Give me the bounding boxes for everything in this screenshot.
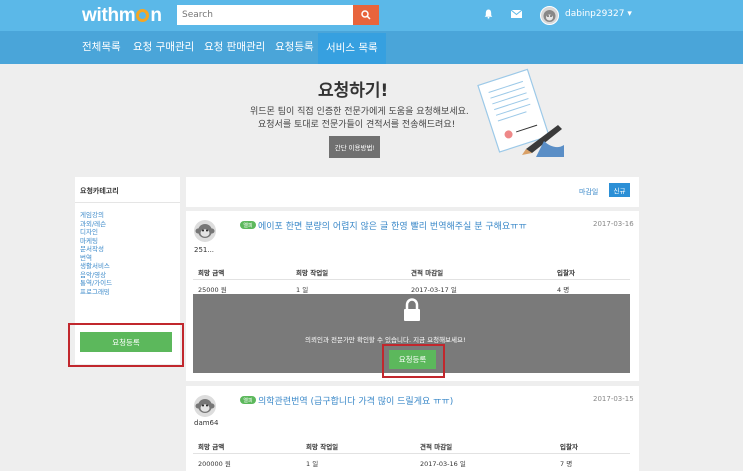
- howto-button[interactable]: 간단 이용방법!: [329, 136, 380, 158]
- table-header-bidders: 입찰자: [560, 443, 578, 451]
- category-item-marketing[interactable]: 마케팅: [80, 237, 112, 246]
- requester-avatar: [194, 395, 216, 417]
- logo-o-mark: [136, 9, 150, 22]
- locked-message: 의뢰인과 전문가만 확인할 수 있습니다. 지금 요청해보세요!: [305, 336, 466, 344]
- requester-name: dam64: [194, 419, 219, 427]
- request-price: 25000 원: [198, 286, 227, 294]
- status-badge: 엘피: [240, 396, 256, 404]
- sidebar-title: 요청카테고리: [80, 187, 119, 195]
- table-divider: [193, 279, 630, 280]
- sidebar-register-button[interactable]: 요청등록: [80, 332, 172, 352]
- request-work-days: 1 일: [306, 460, 319, 468]
- table-header-work-days: 희망 작업일: [296, 269, 329, 277]
- sort-new-button[interactable]: 신규: [609, 183, 630, 197]
- nav-purchase-management[interactable]: 요청 구매관리: [133, 31, 194, 64]
- request-date: 2017-03-16: [593, 220, 634, 228]
- nav-sales-management[interactable]: 요청 판매관리: [204, 31, 265, 64]
- request-deadline: 2017-03-16 일: [420, 460, 466, 468]
- nav-request-register[interactable]: 요청등록: [275, 31, 314, 64]
- monkey-avatar-icon: [195, 399, 215, 413]
- search-input[interactable]: [177, 5, 353, 25]
- monkey-avatar-icon: [543, 10, 556, 22]
- table-header-work-days: 희망 작업일: [306, 443, 339, 451]
- requester-name: 251...: [194, 246, 215, 254]
- category-item-document[interactable]: 문서작성: [80, 245, 112, 254]
- sort-bar: [186, 177, 639, 207]
- table-header-price: 희망 금액: [198, 443, 225, 451]
- category-item-translation[interactable]: 번역: [80, 254, 112, 263]
- category-item-interpret-guide[interactable]: 통역/가이드: [80, 279, 112, 288]
- search-button[interactable]: [353, 5, 379, 25]
- table-header-deadline: 견적 마감일: [420, 443, 453, 451]
- nav-service-list[interactable]: 서비스 목록: [318, 33, 386, 64]
- category-item-game-lesson[interactable]: 게임강의: [80, 211, 112, 220]
- hero-subtitle-2: 요청서를 토대로 전문가들이 견적서를 전송해드려요!: [258, 120, 456, 130]
- lock-icon: [404, 298, 420, 321]
- hero-subtitle-1: 위드몬 팀이 직접 인증한 전문가에게 도움을 요청해보세요.: [250, 107, 469, 117]
- table-header-price: 희망 금액: [198, 269, 225, 277]
- request-deadline: 2017-03-17 일: [411, 286, 457, 294]
- user-avatar[interactable]: [540, 6, 559, 25]
- request-date: 2017-03-15: [593, 395, 634, 403]
- nav-all-list[interactable]: 전체목록: [82, 31, 121, 64]
- category-item-programming[interactable]: 프로그래밍: [80, 288, 112, 297]
- mail-icon[interactable]: [511, 10, 522, 18]
- table-header-deadline: 견적 마감일: [411, 269, 444, 277]
- category-item-design[interactable]: 디자인: [80, 228, 112, 237]
- request-bidders: 4 명: [557, 286, 570, 294]
- request-bidders: 7 명: [560, 460, 573, 468]
- category-item-music-video[interactable]: 음악/영상: [80, 271, 112, 280]
- requester-avatar: [194, 220, 216, 242]
- request-title-link[interactable]: 에이포 한면 분량의 어렵지 않은 글 한영 빨리 번역해주실 분 구해요ㅠㅠ: [258, 219, 527, 232]
- category-item-life-service[interactable]: 생활서비스: [80, 262, 112, 271]
- category-item-tutoring[interactable]: 과외/레슨: [80, 220, 112, 229]
- sort-deadline-link[interactable]: 마감일: [579, 187, 598, 197]
- search-icon: [361, 10, 371, 20]
- status-badge: 엘피: [240, 221, 256, 229]
- contract-illustration-icon: [477, 68, 564, 157]
- category-list: 게임강의 과외/레슨 디자인 마케팅 문서작성 번역 생활서비스 음악/영상 통…: [80, 211, 112, 296]
- request-price: 200000 원: [198, 460, 231, 468]
- page-title: 요청하기!: [318, 81, 389, 101]
- table-header-bidders: 입찰자: [557, 269, 575, 277]
- request-work-days: 1 일: [296, 286, 309, 294]
- sidebar-divider: [75, 202, 180, 203]
- withmon-logo[interactable]: withm n: [82, 5, 162, 27]
- table-divider: [193, 453, 630, 454]
- monkey-avatar-icon: [195, 224, 215, 238]
- card-register-button[interactable]: 요청등록: [389, 350, 436, 369]
- user-menu[interactable]: dabinp29327 ▾: [565, 9, 632, 19]
- bell-icon[interactable]: [484, 9, 493, 19]
- request-title-link[interactable]: 의학관련번역 (급구합니다 가격 많이 드릴게요 ㅠㅠ): [258, 394, 453, 407]
- main-nav: 전체목록 요청 구매관리 요청 판매관리 요청등록 서비스 목록: [0, 31, 743, 64]
